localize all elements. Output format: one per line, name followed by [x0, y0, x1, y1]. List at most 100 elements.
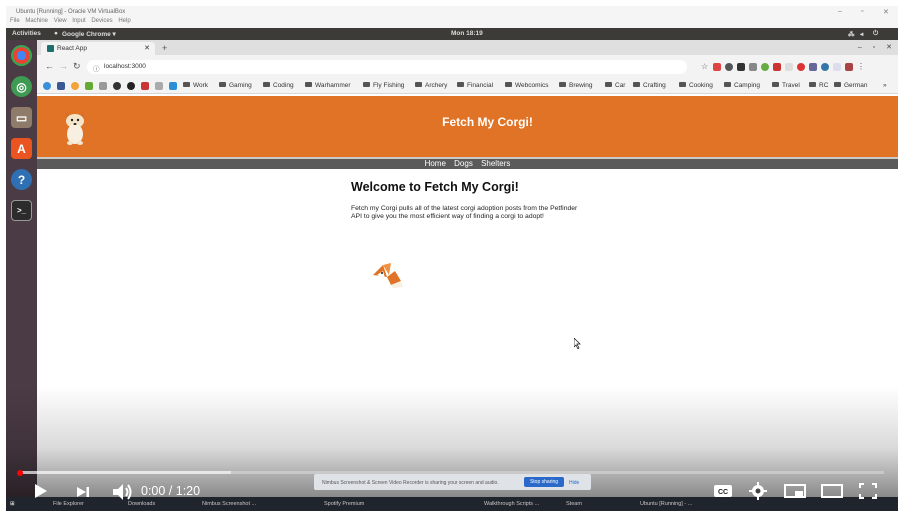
ubuntu-software-icon[interactable]: A — [11, 138, 32, 159]
tab-react-app[interactable]: React App ✕ — [41, 42, 155, 55]
back-icon[interactable]: ← — [45, 61, 54, 71]
progress-bar[interactable] — [18, 471, 884, 474]
bookmark-icon-6[interactable] — [113, 82, 121, 90]
volume-icon[interactable] — [112, 483, 134, 501]
fullscreen-icon[interactable] — [859, 483, 877, 499]
extension-7-icon[interactable] — [785, 63, 793, 71]
clock[interactable]: Mon 18:19 — [451, 30, 483, 37]
chrome-menu-icon[interactable]: ⋮ — [857, 63, 865, 71]
screen: Ubuntu [Running] - Oracle VM VirtualBox … — [6, 6, 898, 511]
files-icon[interactable]: ▭ — [11, 107, 32, 128]
taskbar-spotify[interactable]: Spotify Premium — [324, 501, 364, 507]
pinterest-icon[interactable] — [797, 63, 805, 71]
bookmark-folder-webcomics[interactable]: Webcomics — [505, 82, 548, 89]
settings-icon[interactable] — [749, 482, 767, 500]
activities-button[interactable]: Activities — [12, 30, 41, 37]
extension-4-icon[interactable] — [749, 63, 757, 71]
captions-icon[interactable]: CC — [713, 484, 733, 498]
address-bar[interactable]: ⓘ localhost:3000 — [87, 60, 687, 74]
stop-sharing-button[interactable]: Stop sharing — [524, 477, 564, 487]
gmail-extension-icon[interactable] — [713, 63, 721, 71]
bookmarks-overflow-icon[interactable]: » — [883, 82, 887, 89]
bookmark-folder-car[interactable]: Car — [605, 82, 625, 89]
bookmark-folder-work[interactable]: Work — [183, 82, 208, 89]
bookmark-folder-german[interactable]: German — [834, 82, 867, 89]
nav-home[interactable]: Home — [425, 159, 446, 168]
extension-9-icon[interactable] — [809, 63, 817, 71]
terminal-icon[interactable]: >_ — [11, 200, 32, 221]
miniplayer-icon[interactable] — [784, 484, 806, 498]
browser-close-icon[interactable]: ✕ — [886, 44, 892, 51]
vbox-menu-help[interactable]: Help — [118, 18, 130, 24]
chrome-icon[interactable] — [11, 45, 32, 66]
profile-icon[interactable] — [845, 63, 853, 71]
tab-close-icon[interactable]: ✕ — [144, 44, 150, 52]
bookmark-icon-4[interactable] — [85, 82, 93, 90]
next-icon[interactable] — [76, 486, 90, 498]
vbox-menu-file[interactable]: File — [10, 18, 20, 24]
progress-scrubber[interactable] — [17, 470, 23, 476]
vbox-menu-input[interactable]: Input — [72, 18, 85, 24]
new-tab-icon[interactable]: + — [162, 43, 167, 53]
taskbar-nimbus[interactable]: Nimbus Screenshot ... — [202, 501, 256, 507]
taskbar-walkthrough[interactable]: Walkthrough Scripts ... — [484, 501, 539, 507]
vbox-menu-devices[interactable]: Devices — [91, 18, 112, 24]
extension-6-icon[interactable] — [773, 63, 781, 71]
nav-shelters[interactable]: Shelters — [481, 159, 510, 168]
taskbar-virtualbox[interactable]: Ubuntu [Running] - ... — [640, 501, 692, 507]
bookmark-folder-travel[interactable]: Travel — [772, 82, 800, 89]
taskbar-downloads[interactable]: Downloads — [128, 501, 155, 507]
bookmark-folder-rc[interactable]: RC — [809, 82, 828, 89]
help-icon[interactable]: ? — [11, 169, 32, 190]
bookmark-folder-crafting[interactable]: Crafting — [633, 82, 666, 89]
mouse-cursor-icon — [574, 338, 581, 349]
extension-3-icon[interactable] — [737, 63, 745, 71]
bookmark-folder-warhammer[interactable]: Warhammer — [305, 82, 351, 89]
info-icon[interactable]: ⓘ — [93, 63, 100, 73]
bookmark-folder-camping[interactable]: Camping — [724, 82, 760, 89]
maximize-icon[interactable]: ▫ — [861, 8, 863, 15]
browser-minimize-icon[interactable]: – — [858, 44, 862, 51]
browser-maximize-icon[interactable]: ▫ — [873, 44, 875, 51]
network-icon[interactable]: ⁂ — [848, 30, 855, 38]
tab-title: React App — [57, 45, 87, 52]
extension-2-icon[interactable] — [725, 63, 733, 71]
close-icon[interactable]: ✕ — [883, 8, 889, 16]
bookmark-folder-financial[interactable]: Financial — [457, 82, 493, 89]
bookmark-icon-9[interactable] — [155, 82, 163, 90]
play-icon[interactable] — [34, 483, 48, 499]
app-menu[interactable]: Google Chrome ▾ — [62, 30, 116, 38]
page-heading: Welcome to Fetch My Corgi! — [351, 180, 519, 194]
star-icon[interactable]: ☆ — [701, 63, 709, 71]
extension-10-icon[interactable] — [821, 63, 829, 71]
reload-icon[interactable]: ↻ — [73, 61, 81, 72]
forward-icon[interactable]: → — [59, 61, 68, 71]
nav-dogs[interactable]: Dogs — [454, 159, 473, 168]
taskbar-file-explorer[interactable]: File Explorer — [53, 501, 84, 507]
bookmark-folder-brewing[interactable]: Brewing — [559, 82, 592, 89]
volume-icon[interactable]: ◂ — [860, 30, 863, 38]
facebook-icon[interactable] — [57, 82, 65, 90]
theater-mode-icon[interactable] — [821, 484, 843, 498]
taskbar-steam[interactable]: Steam — [566, 501, 582, 507]
extension-11-icon[interactable] — [833, 63, 841, 71]
bookmark-icon-10[interactable] — [169, 82, 177, 90]
bookmark-icon-8[interactable] — [141, 82, 149, 90]
vbox-menu-machine[interactable]: Machine — [25, 18, 48, 24]
power-icon[interactable]: ⏻ — [873, 30, 878, 38]
bookmark-icon-3[interactable] — [71, 82, 79, 90]
windows-start-icon[interactable]: ⊞ — [10, 501, 15, 507]
extension-5-icon[interactable] — [761, 63, 769, 71]
bookmark-folder-coding[interactable]: Coding — [263, 82, 294, 89]
vbox-menu-view[interactable]: View — [54, 18, 67, 24]
bookmark-folder-archery[interactable]: Archery — [415, 82, 447, 89]
bookmark-folder-cooking[interactable]: Cooking — [679, 82, 713, 89]
software-icon[interactable]: ◎ — [11, 76, 32, 97]
bookmark-folder-fly-fishing[interactable]: Fly Fishing — [363, 82, 404, 89]
minimize-icon[interactable]: – — [838, 8, 842, 15]
hide-button[interactable]: Hide — [569, 480, 579, 486]
bookmark-folder-gaming[interactable]: Gaming — [219, 82, 252, 89]
bookmark-icon-1[interactable] — [43, 82, 51, 90]
bookmark-icon-7[interactable] — [127, 82, 135, 90]
bookmark-icon-5[interactable] — [99, 82, 107, 90]
